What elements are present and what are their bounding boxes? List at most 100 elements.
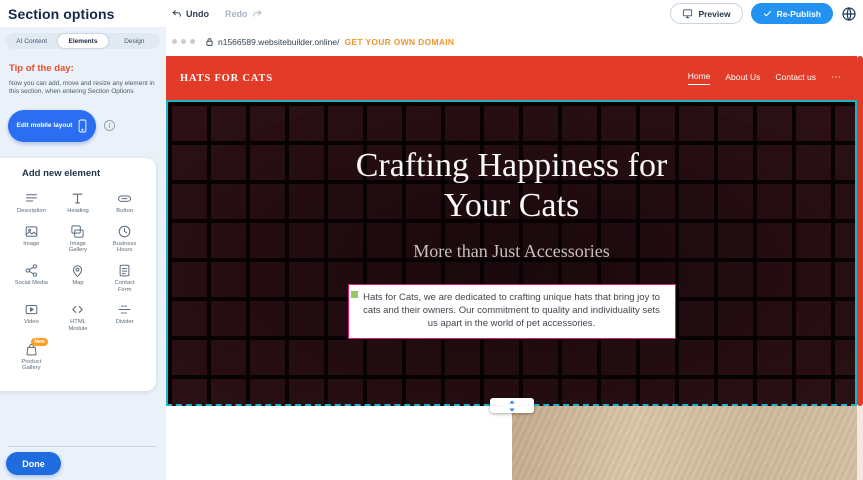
social-media-icon bbox=[24, 263, 39, 278]
tip-body: Now you can add, move and resize any ele… bbox=[9, 80, 157, 97]
section-resize-handle[interactable]: ···· ···· bbox=[490, 398, 534, 413]
edit-mobile-layout-button[interactable]: Edit mobile layout bbox=[8, 110, 96, 142]
window-dot bbox=[172, 39, 177, 44]
element-label: Image bbox=[23, 241, 39, 248]
button-icon bbox=[117, 191, 132, 206]
nav-item-contact[interactable]: Contact us bbox=[775, 72, 816, 85]
undo-icon bbox=[172, 9, 182, 19]
element-heading[interactable]: Heading bbox=[55, 186, 102, 218]
element-label: Description bbox=[17, 208, 46, 215]
add-element-title: Add new element bbox=[22, 168, 156, 179]
element-business-hours[interactable]: Business Hours bbox=[101, 219, 148, 257]
element-label: Video bbox=[24, 319, 39, 326]
element-description[interactable]: Description bbox=[8, 186, 55, 218]
element-product-gallery[interactable]: New Product Gallery bbox=[8, 337, 55, 375]
element-social-media[interactable]: Social Media bbox=[8, 258, 55, 296]
handle-dots: ···· bbox=[519, 403, 531, 409]
window-dot bbox=[190, 39, 195, 44]
tip-of-the-day: Tip of the day: Now you can add, move an… bbox=[9, 63, 157, 97]
browser-bar: n1566589.websitebuilder.online/ GET YOUR… bbox=[166, 27, 863, 56]
info-icon[interactable]: i bbox=[104, 120, 115, 131]
tab-elements[interactable]: Elements bbox=[58, 34, 107, 48]
hero-paragraph-box[interactable]: Hats for Cats, we are dedicated to craft… bbox=[348, 284, 676, 338]
business-hours-icon bbox=[117, 224, 132, 239]
topbar: Section options Undo Redo Preview Re-Pub… bbox=[0, 0, 863, 27]
preview-button[interactable]: Preview bbox=[670, 3, 742, 24]
resize-arrows-icon bbox=[508, 400, 516, 412]
site-header: HATS FOR CATS Home About Us Contact us ⋯ bbox=[166, 56, 857, 100]
image-gallery-icon bbox=[70, 224, 85, 239]
republish-label: Re-Publish bbox=[777, 9, 821, 19]
hero-section[interactable]: Crafting Happiness for Your Cats More th… bbox=[166, 100, 857, 406]
element-label: Divider bbox=[116, 319, 134, 326]
get-domain-link[interactable]: GET YOUR OWN DOMAIN bbox=[344, 37, 454, 47]
redo-button[interactable]: Redo bbox=[225, 9, 262, 19]
html-module-icon bbox=[70, 302, 85, 317]
next-section-image[interactable] bbox=[512, 406, 857, 480]
nav-more-icon[interactable]: ⋯ bbox=[831, 73, 841, 83]
element-grid: Description Heading Button Image Image G… bbox=[8, 186, 148, 375]
republish-button[interactable]: Re-Publish bbox=[751, 3, 833, 24]
video-icon bbox=[24, 302, 39, 317]
panel-tabs: AI Content Elements Design bbox=[6, 33, 160, 49]
topbar-actions: Preview Re-Publish bbox=[670, 3, 857, 24]
hero-paragraph: Hats for Cats, we are dedicated to craft… bbox=[363, 292, 660, 329]
check-icon bbox=[763, 9, 772, 18]
element-label: Button bbox=[116, 208, 133, 215]
site-nav: Home About Us Contact us ⋯ bbox=[688, 71, 841, 85]
lock-icon bbox=[205, 37, 214, 47]
nav-item-home[interactable]: Home bbox=[688, 71, 711, 85]
element-image[interactable]: Image bbox=[8, 219, 55, 257]
nav-item-about[interactable]: About Us bbox=[725, 72, 760, 85]
element-label: Product Gallery bbox=[14, 359, 48, 372]
hero-heading[interactable]: Crafting Happiness for Your Cats bbox=[327, 146, 697, 226]
element-drag-handle[interactable] bbox=[350, 290, 359, 299]
undo-redo-group: Undo Redo bbox=[172, 0, 262, 27]
heading-icon bbox=[70, 191, 85, 206]
element-label: Map bbox=[72, 280, 83, 287]
divider-icon bbox=[117, 302, 132, 317]
tab-design[interactable]: Design bbox=[110, 34, 159, 48]
element-button[interactable]: Button bbox=[101, 186, 148, 218]
site-url: n1566589.websitebuilder.online/ bbox=[218, 37, 339, 47]
element-label: Contact Form bbox=[108, 280, 142, 293]
undo-button[interactable]: Undo bbox=[172, 9, 209, 19]
phone-icon bbox=[78, 119, 87, 133]
done-button[interactable]: Done bbox=[6, 452, 61, 475]
site-logo[interactable]: HATS FOR CATS bbox=[180, 73, 273, 84]
preview-pane: n1566589.websitebuilder.online/ GET YOUR… bbox=[166, 27, 863, 480]
edit-mobile-label: Edit mobile layout bbox=[17, 122, 73, 129]
preview-label: Preview bbox=[698, 9, 730, 19]
element-label: HTML Module bbox=[61, 319, 95, 332]
element-map[interactable]: Map bbox=[55, 258, 102, 296]
element-label: Image Gallery bbox=[61, 241, 95, 254]
element-label: Business Hours bbox=[108, 241, 142, 254]
preview-scrollbar bbox=[857, 56, 863, 480]
monitor-icon bbox=[682, 8, 693, 19]
window-dot bbox=[181, 39, 186, 44]
element-video[interactable]: Video bbox=[8, 297, 55, 335]
element-image-gallery[interactable]: Image Gallery bbox=[55, 219, 102, 257]
handle-dots: ···· bbox=[493, 403, 505, 409]
element-divider[interactable]: Divider bbox=[101, 297, 148, 335]
left-panel: AI Content Elements Design Tip of the da… bbox=[0, 27, 166, 480]
map-icon bbox=[70, 263, 85, 278]
scrollbar-thumb[interactable] bbox=[857, 56, 863, 406]
element-label: Heading bbox=[67, 208, 89, 215]
redo-label: Redo bbox=[225, 9, 248, 19]
page-title: Section options bbox=[8, 6, 115, 22]
undo-label: Undo bbox=[186, 9, 209, 19]
contact-form-icon bbox=[117, 263, 132, 278]
hero-subheading[interactable]: More than Just Accessories bbox=[413, 241, 609, 262]
globe-icon[interactable] bbox=[841, 6, 857, 22]
image-icon bbox=[24, 224, 39, 239]
panel-divider bbox=[8, 446, 156, 447]
redo-icon bbox=[252, 9, 262, 19]
description-icon bbox=[24, 191, 39, 206]
element-html-module[interactable]: HTML Module bbox=[55, 297, 102, 335]
element-contact-form[interactable]: Contact Form bbox=[101, 258, 148, 296]
new-badge: New bbox=[31, 338, 47, 346]
element-label: Social Media bbox=[15, 280, 48, 287]
add-element-panel: Add new element Description Heading Butt… bbox=[0, 158, 156, 391]
tab-ai-content[interactable]: AI Content bbox=[7, 34, 56, 48]
